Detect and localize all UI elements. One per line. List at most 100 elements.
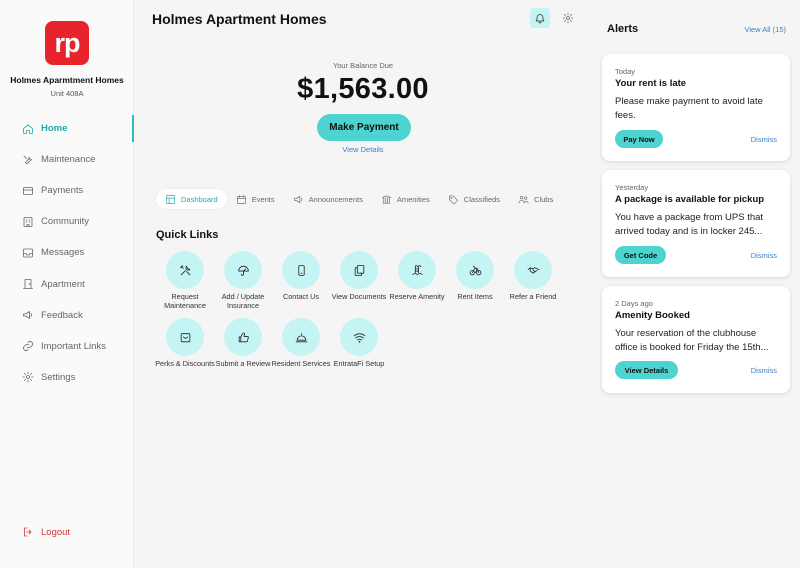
alert-card-rent-late: Today Your rent is late Please make paym… (602, 54, 790, 161)
alert-timestamp: Yesterday (615, 183, 649, 192)
quick-link-label: Add / Update Insurance (221, 292, 265, 310)
sidebar-item-community[interactable]: Community (0, 206, 134, 237)
main-content: Holmes Apartment Homes Your Balance Due … (134, 0, 592, 568)
make-payment-button[interactable]: Make Payment (317, 114, 411, 141)
tab-label: Events (251, 194, 275, 204)
property-name: Holmes Aparmtment Homes (10, 75, 124, 85)
sidebar-item-maintenance[interactable]: Maintenance (0, 144, 134, 175)
quick-link-resident-services[interactable]: Resident Services (272, 318, 330, 368)
tab-events[interactable]: Events (227, 189, 284, 209)
quick-link-rent-items[interactable]: Rent Items (446, 251, 504, 310)
logout-button[interactable]: Logout (22, 526, 70, 538)
alerts-title: Alerts (607, 23, 639, 35)
quick-link-label: Contact Us (282, 292, 320, 301)
sidebar-item-label: Messages (41, 247, 85, 259)
tab-clubs[interactable]: Clubs (509, 189, 562, 209)
quick-link-label: Reserve Amenity (389, 292, 445, 301)
quick-link-perks[interactable]: Perks & Discounts (155, 318, 215, 368)
amenities-icon (381, 195, 391, 203)
tab-label: Amenities (396, 194, 430, 204)
sidebar-item-label: Apartment (41, 278, 85, 290)
handshake-icon (527, 266, 539, 274)
sidebar-item-label: Community (41, 216, 90, 228)
alert-body: You have a package from UPS that arrived… (615, 212, 764, 237)
get-code-button[interactable]: Get Code (615, 246, 666, 264)
sidebar-item-home[interactable]: Home (0, 113, 135, 144)
tag-icon (448, 195, 458, 204)
alert-title: Amenity Booked (615, 310, 690, 321)
quick-link-view-documents[interactable]: View Documents (330, 251, 388, 310)
documents-icon (354, 264, 364, 276)
sidebar: rp Holmes Aparmtment Homes Unit 408A Hom… (0, 0, 135, 568)
alert-timestamp: 2 Days ago (615, 299, 653, 308)
tab-label: Announcements (308, 194, 363, 204)
dashboard-icon (166, 194, 175, 204)
sidebar-item-label: Home (41, 123, 68, 135)
sidebar-item-label: Payments (41, 185, 84, 197)
quick-link-refer-friend[interactable]: Refer a Friend (504, 251, 562, 310)
alert-title: A package is available for pickup (615, 194, 765, 205)
view-details-button[interactable]: View Details (615, 361, 678, 379)
dashboard-tabs: Dashboard Events Announcements Amenities… (156, 189, 562, 209)
sidebar-item-feedback[interactable]: Feedback (0, 300, 134, 331)
sidebar-item-label: Maintenance (41, 154, 96, 166)
users-icon (518, 195, 529, 203)
dismiss-button[interactable]: Dismiss (751, 366, 777, 375)
sidebar-item-label: Feedback (41, 309, 83, 321)
balance-label: Your Balance Due (332, 61, 394, 70)
sidebar-item-messages[interactable]: Messages (0, 237, 134, 268)
settings-button[interactable] (558, 8, 578, 28)
view-all-alerts-link[interactable]: View All (15) (744, 25, 786, 34)
sidebar-item-label: Important Links (41, 340, 106, 352)
tab-dashboard[interactable]: Dashboard (156, 189, 227, 209)
quick-link-label: Rent Items (457, 292, 493, 301)
gear-icon (22, 371, 34, 383)
sidebar-item-label: Settings (41, 371, 76, 383)
alert-card-package: Yesterday A package is available for pic… (602, 170, 790, 277)
sidebar-item-apartment[interactable]: Apartment (0, 268, 134, 299)
dismiss-button[interactable]: Dismiss (751, 251, 777, 260)
bell-service-icon (295, 332, 307, 342)
rp-logo[interactable]: rp (45, 21, 89, 65)
dismiss-button[interactable]: Dismiss (751, 135, 777, 144)
tab-announcements[interactable]: Announcements (284, 189, 372, 209)
quick-link-label: Resident Services (271, 359, 331, 368)
home-icon (22, 123, 34, 135)
megaphone-icon (293, 195, 302, 203)
gear-icon (562, 12, 574, 24)
tab-label: Classifieds (463, 194, 501, 204)
wrench-icon (22, 154, 34, 166)
quick-link-label: View Documents (331, 292, 387, 301)
logout-icon (24, 527, 32, 537)
door-icon (22, 278, 34, 290)
logout-label: Logout (41, 526, 71, 538)
sidebar-item-important-links[interactable]: Important Links (0, 331, 134, 362)
calendar-icon (236, 194, 246, 204)
phone-icon (297, 264, 305, 276)
quick-links-grid: Request Maintenance Add / Update Insuran… (155, 251, 576, 368)
quick-link-reserve-amenity[interactable]: Reserve Amenity (388, 251, 446, 310)
wifi-icon (353, 332, 365, 343)
sidebar-nav: Home Maintenance Payments Community Mess… (0, 113, 135, 393)
tab-classifieds[interactable]: Classifieds (439, 189, 509, 209)
bike-icon (469, 265, 481, 275)
quick-link-contact-us[interactable]: Contact Us (272, 251, 330, 310)
gift-icon (180, 332, 190, 342)
inbox-icon (22, 247, 34, 259)
view-details-link[interactable]: View Details (134, 145, 592, 154)
quick-link-entratafi-setup[interactable]: EntrataFi Setup (330, 318, 388, 368)
quick-link-submit-review[interactable]: Submit a Review (214, 318, 272, 368)
quick-link-request-maintenance[interactable]: Request Maintenance (156, 251, 214, 310)
pay-now-button[interactable]: Pay Now (615, 130, 663, 148)
alert-title: Your rent is late (615, 78, 687, 89)
sidebar-item-payments[interactable]: Payments (0, 175, 134, 206)
quick-link-insurance[interactable]: Add / Update Insurance (214, 251, 272, 310)
umbrella-icon (237, 265, 249, 276)
tab-amenities[interactable]: Amenities (372, 189, 439, 209)
notifications-button[interactable] (530, 8, 550, 28)
sidebar-item-settings[interactable]: Settings (0, 362, 134, 393)
megaphone-icon (22, 309, 34, 321)
thumbs-up-icon (238, 332, 249, 342)
alerts-panel: Alerts View All (15) Today Your rent is … (592, 0, 800, 568)
quick-link-label: Refer a Friend (509, 292, 557, 301)
